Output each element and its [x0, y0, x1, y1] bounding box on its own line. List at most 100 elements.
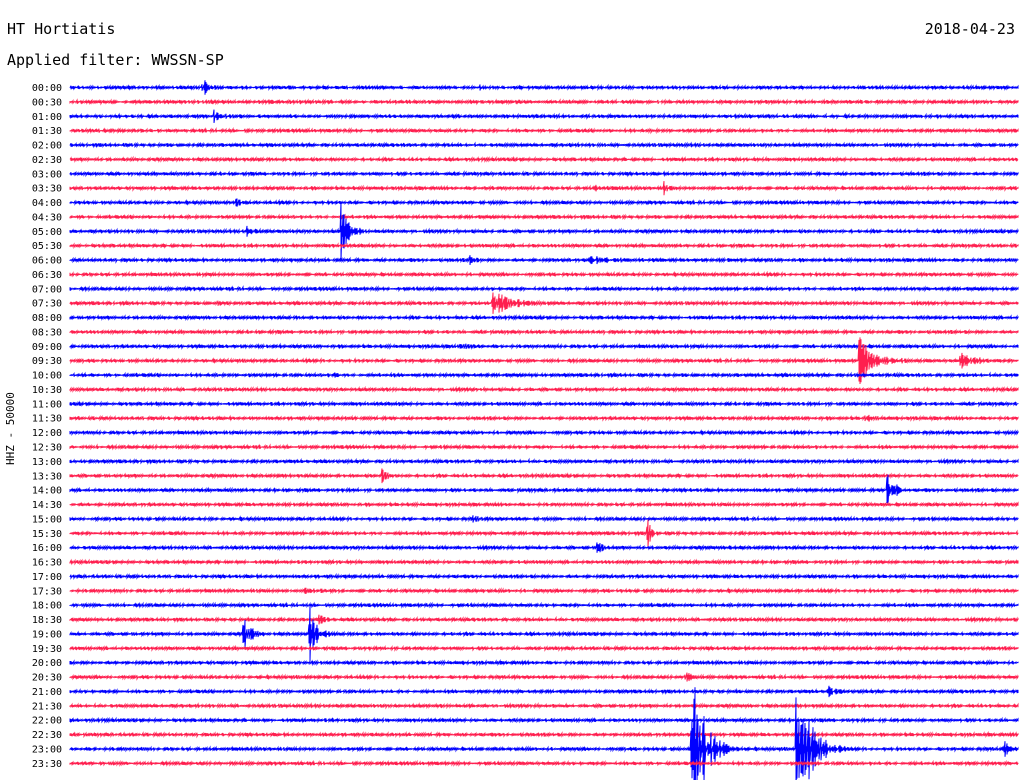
time-tick-label: 06:30: [32, 270, 62, 281]
trace-row-0900: [69, 342, 1019, 351]
time-tick-label: 09:00: [32, 342, 62, 353]
time-tick-label: 02:30: [32, 155, 62, 166]
trace-row-2130: [69, 702, 1019, 710]
time-tick-label: 16:30: [32, 558, 62, 569]
station-title: HT Hortiatis: [7, 20, 116, 38]
time-tick-label: 19:30: [32, 644, 62, 655]
time-tick-label: 22:30: [32, 730, 62, 741]
trace-row-1500: [69, 515, 1019, 523]
trace-row-0030: [69, 98, 1019, 106]
time-tick-label: 05:00: [32, 227, 62, 238]
trace-row-2330: [69, 759, 1019, 767]
filter-label: Applied filter: WWSSN-SP: [7, 51, 224, 69]
time-tick-label: 12:00: [32, 428, 62, 439]
trace-row-2200: [69, 716, 1019, 724]
time-tick-label: 15:30: [32, 529, 62, 540]
trace-row-1830: [69, 614, 1019, 625]
time-tick-label: 15:00: [32, 514, 62, 525]
trace-row-0400: [69, 198, 1019, 207]
time-tick-label: 11:00: [32, 399, 62, 410]
trace-row-0200: [69, 141, 1019, 149]
trace-row-0530: [69, 242, 1019, 250]
time-tick-label: 21:00: [32, 687, 62, 698]
time-tick-label: 23:00: [32, 744, 62, 755]
time-tick-label: 20:00: [32, 658, 62, 669]
trace-row-2030: [69, 672, 1019, 682]
time-tick-label: 17:00: [32, 572, 62, 583]
time-tick-label: 01:30: [32, 126, 62, 137]
time-tick-label: 07:30: [32, 299, 62, 310]
time-tick-label: 03:00: [32, 169, 62, 180]
time-tick-label: 14:30: [32, 500, 62, 511]
time-tick-label: 10:30: [32, 385, 62, 396]
time-tick-label: 05:30: [32, 241, 62, 252]
trace-row-1300: [69, 457, 1019, 466]
trace-row-0230: [69, 155, 1019, 163]
time-tick-label: 12:30: [32, 443, 62, 454]
time-tick-label: 00:00: [32, 83, 62, 94]
time-tick-label: 20:30: [32, 673, 62, 684]
trace-row-0500: [69, 201, 1019, 261]
trace-row-0330: [69, 181, 1019, 196]
trace-row-1000: [69, 371, 1019, 379]
trace-row-0800: [69, 313, 1019, 322]
trace-row-0000: [69, 80, 1019, 95]
time-tick-label: 06:00: [32, 256, 62, 267]
time-tick-label: 18:30: [32, 615, 62, 626]
trace-row-1530: [69, 519, 1019, 547]
time-tick-label: 14:00: [32, 486, 62, 497]
trace-row-0100: [69, 109, 1019, 123]
trace-row-1630: [69, 558, 1019, 566]
time-tick-label: 21:30: [32, 701, 62, 712]
time-tick-label: 22:00: [32, 716, 62, 727]
channel-axis-label: HHZ - 50000: [4, 392, 17, 465]
trace-row-1400: [69, 474, 1019, 506]
trace-row-1130: [69, 414, 1019, 422]
trace-row-0130: [69, 126, 1019, 135]
trace-row-1900: [69, 606, 1019, 662]
time-tick-label: 04:00: [32, 198, 62, 209]
trace-row-1800: [69, 601, 1019, 609]
date-label: 2018-04-23: [924, 20, 1015, 38]
trace-row-1230: [69, 443, 1019, 451]
trace-row-1730: [69, 587, 1019, 595]
time-tick-label: 00:30: [32, 97, 62, 108]
time-tick-label: 13:30: [32, 471, 62, 482]
time-tick-label: 08:00: [32, 313, 62, 324]
time-tick-label: 19:00: [32, 629, 62, 640]
trace-row-2100: [69, 685, 1019, 698]
trace-row-2230: [69, 730, 1019, 739]
trace-row-1030: [69, 385, 1019, 394]
trace-row-0700: [69, 285, 1019, 293]
time-tick-label: 02:00: [32, 141, 62, 152]
trace-row-1330: [69, 468, 1019, 484]
trace-row-1600: [69, 542, 1019, 553]
time-tick-label: 08:30: [32, 327, 62, 338]
trace-row-1430: [69, 500, 1019, 509]
trace-row-1700: [69, 572, 1019, 581]
time-tick-label: 09:30: [32, 356, 62, 367]
time-tick-label: 23:30: [32, 759, 62, 770]
time-tick-label: 03:30: [32, 184, 62, 195]
trace-row-0830: [69, 328, 1019, 336]
time-tick-label: 04:30: [32, 212, 62, 223]
time-tick-label: 07:00: [32, 284, 62, 295]
trace-row-0600: [69, 255, 1019, 265]
trace-row-1100: [69, 400, 1019, 408]
time-tick-label: 10:00: [32, 371, 62, 382]
trace-row-0300: [69, 170, 1019, 178]
time-tick-label: 18:00: [32, 601, 62, 612]
trace-group: [69, 80, 1019, 780]
trace-row-1930: [69, 644, 1019, 653]
time-tick-label: 16:00: [32, 543, 62, 554]
trace-row-0730: [69, 292, 1019, 314]
time-tick-label: 01:00: [32, 112, 62, 123]
trace-row-2000: [69, 658, 1019, 667]
time-tick-label: 17:30: [32, 586, 62, 597]
seismogram-plot: 00:00 00:30 01:00 01:30 02:00 02:30 03:00 03:30…: [32, 80, 1019, 780]
time-tick-label: 11:30: [32, 414, 62, 425]
time-tick-label: 13:00: [32, 457, 62, 468]
tick-labels: 00:00 00:30 01:00 01:30 02:00 02:30 03:00 03:30…: [32, 83, 62, 770]
trace-row-0630: [69, 270, 1019, 279]
trace-row-1200: [69, 428, 1019, 437]
